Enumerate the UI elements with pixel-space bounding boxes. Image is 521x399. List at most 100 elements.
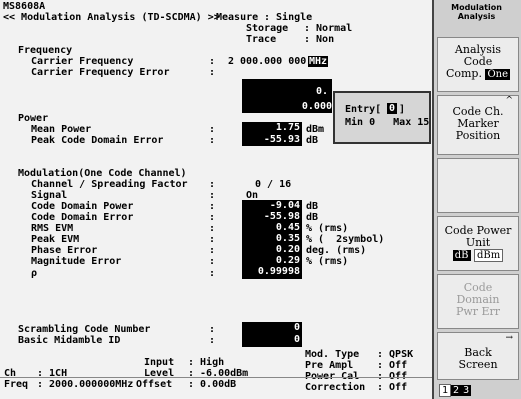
offset-value: : 0.00dB: [188, 379, 237, 390]
mean-power-label: Mean Power: [31, 124, 92, 135]
trace-label: Trace: [246, 34, 277, 45]
colon: :: [209, 268, 216, 279]
rms-evm-label: RMS EVM: [31, 223, 74, 234]
entry-range: Min 0 Max 15: [345, 117, 430, 128]
freq-label: Freq: [4, 379, 29, 390]
offset-label: Offset: [136, 379, 173, 390]
mean-power-unit: dBm: [306, 124, 325, 135]
menu-title: Modulation Analysis: [434, 3, 519, 21]
rho-label: ρ: [31, 268, 38, 279]
mod-type-label: Mod. Type: [305, 349, 360, 360]
basic-midamble-label: Basic Midamble ID: [18, 335, 121, 346]
status-divider: [0, 377, 432, 378]
channel-spreading-factor-label: Channel / Spreading Factor: [31, 179, 188, 190]
page-1[interactable]: 1: [439, 384, 452, 397]
carrier-frequency-label: Carrier Frequency: [31, 56, 134, 67]
back-screen-softkey[interactable]: → Back Screen: [437, 332, 519, 380]
menu-title-line-2: Analysis: [457, 12, 496, 21]
measure-label: Measure: [216, 12, 259, 23]
measure-value: : Single: [264, 12, 313, 23]
carrier-frequency-unit: MHz: [308, 56, 329, 67]
softkey-line: Screen: [458, 358, 498, 371]
entry-value[interactable]: 0: [387, 103, 398, 114]
code-power-unit-softkey[interactable]: Code Power Unit dB dBm: [437, 216, 519, 271]
caret-icon: ^: [505, 96, 513, 106]
carrier-frequency-value: 2 000.000 000 0: [228, 56, 319, 67]
correction-value: : Off: [377, 382, 408, 393]
analyzer-screen: MS8608A << Modulation Analysis (TD-SCDMA…: [0, 0, 521, 399]
rho-value: 0.99998: [242, 266, 302, 279]
menu-page-indicator: 123: [439, 384, 472, 397]
code-domain-power-unit: dB: [306, 201, 319, 212]
entry-popup[interactable]: Entry[ 0 ] Min 0 Max 15: [333, 91, 431, 144]
colon: :: [209, 256, 216, 267]
peak-code-domain-error-value: -55.93: [242, 134, 302, 146]
colon: :: [209, 179, 216, 190]
code-ch-marker-position-softkey[interactable]: ^ Code Ch. Marker Position: [437, 95, 519, 155]
code-domain-error-label: Code Domain Error: [31, 212, 134, 223]
colon: :: [209, 234, 216, 245]
softkey-line: Position: [455, 129, 501, 142]
arrow-right-icon: →: [505, 333, 513, 343]
page-2-current[interactable]: 2: [451, 385, 462, 396]
entry-label: Entry[: [345, 104, 382, 115]
colon: :: [209, 135, 216, 146]
softkey-line: Unit: [465, 236, 491, 249]
colon: :: [209, 67, 216, 78]
softkey-line: Pwr Err: [455, 305, 501, 318]
instrument-id: MS8608A: [3, 1, 46, 12]
channel-spreading-factor-value: 0 / 16: [255, 179, 292, 190]
correction-label: Correction: [305, 382, 366, 393]
carrier-frequency-error-value-2: 0.000: [242, 101, 332, 113]
trace-value: : Non: [304, 34, 335, 45]
peak-evm-unit: % ( 2symbol): [306, 234, 385, 245]
storage-label: Storage: [246, 23, 289, 34]
input-value: : High: [188, 357, 225, 368]
option-one-selected: One: [485, 69, 511, 80]
phase-error-unit: deg. (rms): [306, 245, 367, 256]
colon: :: [209, 335, 216, 346]
option-db-selected: dB: [452, 250, 471, 261]
colon: :: [209, 245, 216, 256]
freq-value: : 2000.000000MHz: [37, 379, 134, 390]
code-domain-error-unit: dB: [306, 212, 319, 223]
pre-ampl-label: Pre Ampl: [305, 360, 354, 371]
softkey-line-prefix: Comp.: [445, 67, 482, 80]
page-3[interactable]: 3: [461, 385, 472, 396]
magnitude-error-label: Magnitude Error: [31, 256, 122, 267]
colon: :: [209, 201, 216, 212]
power-section-title: Power: [18, 113, 49, 124]
colon: :: [209, 324, 216, 335]
code-domain-power-label: Code Domain Power: [31, 201, 134, 212]
mod-type-value: : QPSK: [377, 349, 414, 360]
colon: :: [209, 124, 216, 135]
pre-ampl-value: : Off: [377, 360, 408, 371]
code-domain-pwr-err-softkey[interactable]: Code Domain Pwr Err: [437, 274, 519, 329]
rms-evm-unit: % (rms): [306, 223, 349, 234]
page-title: << Modulation Analysis (TD-SCDMA) >>: [3, 12, 220, 23]
menu-title-line-1: Modulation: [451, 3, 502, 12]
colon: :: [209, 56, 216, 67]
storage-value: : Normal: [304, 23, 353, 34]
phase-error-label: Phase Error: [31, 245, 98, 256]
scrambling-code-label: Scrambling Code Number: [18, 324, 151, 335]
measurement-display: MS8608A << Modulation Analysis (TD-SCDMA…: [0, 0, 432, 399]
peak-evm-label: Peak EVM: [31, 234, 80, 245]
entry-close-bracket: ]: [399, 104, 406, 115]
colon: :: [209, 190, 216, 201]
basic-midamble-value: 0: [242, 334, 302, 347]
softkey-option-line: Comp. One: [438, 68, 518, 80]
signal-label: Signal: [31, 190, 68, 201]
option-dbm: dBm: [474, 249, 504, 262]
frequency-section-title: Frequency: [18, 45, 73, 56]
blank-softkey[interactable]: [437, 158, 519, 213]
peak-code-domain-error-label: Peak Code Domain Error: [31, 135, 164, 146]
modulation-section-title: Modulation(One Code Channel): [18, 168, 187, 179]
colon: :: [209, 223, 216, 234]
softkey-options: dB dBm: [438, 249, 518, 262]
magnitude-error-unit: % (rms): [306, 256, 349, 267]
peak-code-domain-error-unit: dB: [306, 135, 319, 146]
carrier-frequency-error-value: 0.: [315, 86, 328, 97]
softkey-panel: Modulation Analysis Analysis Code Comp. …: [432, 0, 521, 399]
analysis-code-comp-softkey[interactable]: Analysis Code Comp. One: [437, 37, 519, 92]
